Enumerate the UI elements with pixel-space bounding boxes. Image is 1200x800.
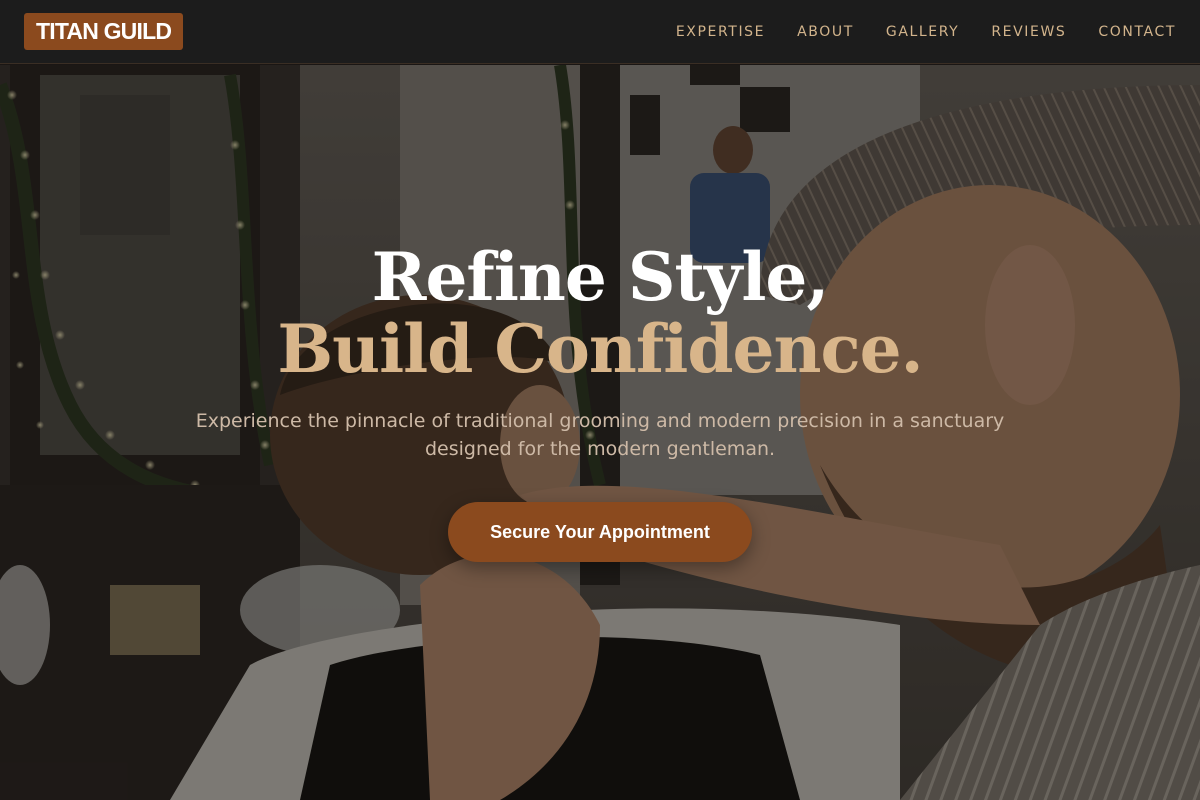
- headline-line-2: Build Confidence.: [277, 310, 923, 388]
- nav-link-reviews[interactable]: REVIEWS: [991, 24, 1066, 40]
- hero-subtitle: Experience the pinnacle of traditional g…: [195, 410, 1005, 460]
- nav-link-about[interactable]: ABOUT: [797, 24, 854, 40]
- nav-link-expertise[interactable]: EXPERTISE: [676, 24, 765, 40]
- nav-link-gallery[interactable]: GALLERY: [886, 24, 959, 40]
- top-navigation: TITAN GUILD EXPERTISE ABOUT GALLERY REVI…: [0, 0, 1200, 64]
- nav-links: EXPERTISE ABOUT GALLERY REVIEWS CONTACT: [676, 24, 1176, 40]
- nav-link-contact[interactable]: CONTACT: [1098, 24, 1176, 40]
- brand-logo[interactable]: TITAN GUILD: [24, 13, 184, 50]
- hero-section: Refine Style, Build Confidence. Experien…: [0, 65, 1200, 800]
- headline-line-1: Refine Style,: [371, 238, 830, 316]
- hero-headline: Refine Style, Build Confidence.: [0, 241, 1200, 385]
- secure-appointment-button[interactable]: Secure Your Appointment: [448, 502, 752, 562]
